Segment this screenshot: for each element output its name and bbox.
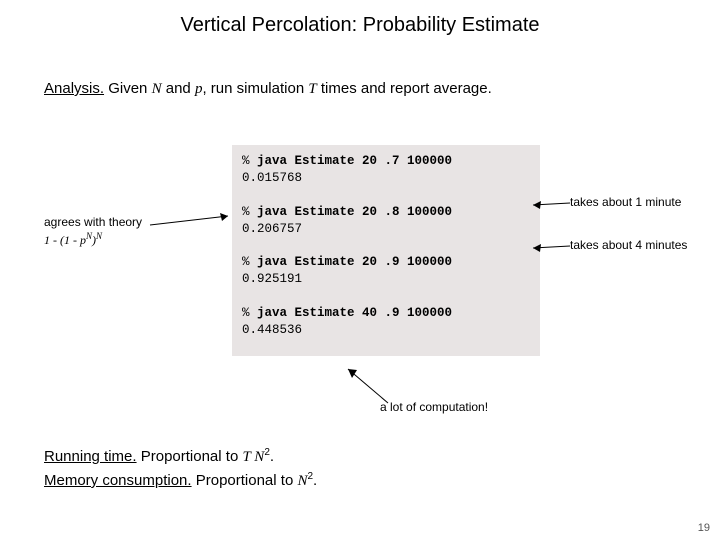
analysis-var-T: T [308, 81, 316, 97]
memory-N: N [297, 473, 307, 489]
code-l7b: java Estimate 40 .9 100000 [257, 306, 452, 320]
analysis-pre: Given [104, 80, 152, 97]
arrow-bottom [340, 365, 400, 415]
code-output-box: % java Estimate 20 .7 100000 0.015768 % … [232, 145, 540, 356]
code-l2: 0.015768 [242, 171, 302, 185]
code-l3a: % [242, 205, 257, 219]
running-text1b: . [270, 448, 274, 465]
code-l6: 0.925191 [242, 272, 302, 286]
analysis-mid1: and [162, 80, 195, 97]
page-number: 19 [698, 522, 710, 534]
analysis-var-N: N [152, 81, 162, 97]
running-time-block: Running time. Proportional to T N2. Memo… [44, 445, 317, 493]
running-text1a: Proportional to [137, 448, 243, 465]
code-l3b: java Estimate 20 .8 100000 [257, 205, 452, 219]
code-l8: 0.448536 [242, 323, 302, 337]
analysis-post: times and report average. [317, 80, 492, 97]
memory-line: Memory consumption. Proportional to N2. [44, 469, 317, 493]
code-l4: 0.206757 [242, 222, 302, 236]
code-l7a: % [242, 306, 257, 320]
code-l1b: java Estimate 20 .7 100000 [257, 154, 452, 168]
slide: Vertical Percolation: Probability Estima… [0, 0, 720, 540]
arrow-right-2 [525, 240, 575, 265]
analysis-mid2: , run simulation [202, 80, 308, 97]
analysis-label: Analysis. [44, 80, 104, 97]
code-l1a: % [242, 154, 257, 168]
running-time-line: Running time. Proportional to T N2. [44, 445, 317, 469]
right-annotation-1: takes about 1 minute [570, 195, 681, 209]
memory-label: Memory consumption. [44, 472, 192, 489]
code-l5a: % [242, 255, 257, 269]
running-label: Running time. [44, 448, 137, 465]
right-annotation-2: takes about 4 minutes [570, 238, 687, 252]
left-annotation: agrees with theory 1 - (1 - pN)N [44, 215, 142, 248]
arrow-left [150, 210, 240, 245]
arrow-right-1 [525, 195, 575, 220]
code-l5b: java Estimate 20 .9 100000 [257, 255, 452, 269]
analysis-line: Analysis. Given N and p, run simulation … [44, 80, 492, 98]
memory-text2a: Proportional to [192, 472, 298, 489]
memory-text2b: . [313, 472, 317, 489]
running-N: N [251, 449, 265, 465]
formula-a: 1 - (1 - [44, 233, 80, 247]
slide-title: Vertical Percolation: Probability Estima… [0, 0, 720, 37]
left-note-line1: agrees with theory [44, 215, 142, 229]
running-T: T [242, 449, 250, 465]
formula-supN2: N [96, 231, 102, 241]
